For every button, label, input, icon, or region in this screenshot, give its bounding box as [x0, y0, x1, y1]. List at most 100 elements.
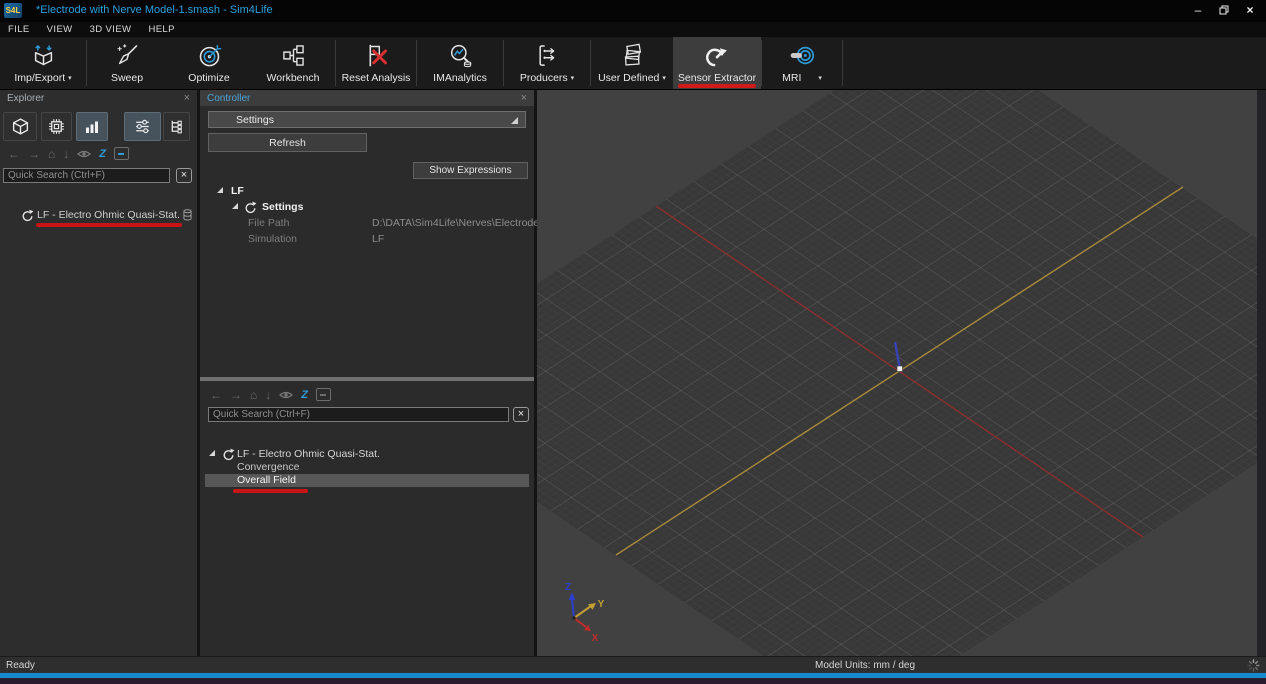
close-icon[interactable]: ×: [184, 92, 190, 104]
close-icon[interactable]: ×: [521, 92, 527, 104]
results-item-label: Overall Field: [237, 474, 296, 486]
down-arrow-icon[interactable]: ↓: [63, 148, 69, 160]
busy-spinner-icon: [1247, 659, 1260, 672]
prop-tree-settings-row[interactable]: Settings: [200, 201, 534, 215]
imanalytics-magnifier-chart-icon: [447, 42, 474, 69]
collapse-triangle-icon: [511, 117, 518, 124]
electrode-line: [895, 342, 900, 369]
explorer-tree-item-lf[interactable]: LF - Electro Ohmic Quasi-Stat.: [0, 208, 197, 223]
explorer-panel: Explorer ×: [0, 90, 200, 656]
ribbon-button-sweep[interactable]: Sweep: [87, 37, 167, 89]
ribbon-button-user-defined[interactable]: User Defined▾: [591, 37, 673, 89]
down-arrow-icon[interactable]: ↓: [265, 389, 271, 401]
explorer-nav-toolbar: ← → ⌂ ↓ Z: [8, 147, 129, 160]
prop-value: LF: [372, 233, 384, 245]
home-icon[interactable]: ⌂: [48, 148, 55, 160]
settings-header-label: Settings: [236, 114, 274, 126]
explorer-search-input[interactable]: [3, 168, 170, 183]
panel-splitter[interactable]: [200, 377, 534, 381]
explorer-title-bar: Explorer ×: [0, 90, 197, 106]
origin-marker: [897, 366, 903, 372]
menu-view[interactable]: VIEW: [47, 24, 73, 35]
tree-view-toggle[interactable]: [163, 112, 190, 141]
main-area: Explorer ×: [0, 90, 1266, 656]
results-item-label: Convergence: [237, 461, 299, 473]
menu-bar: FILE VIEW 3D VIEW HELP: [0, 22, 1266, 37]
clear-search-button[interactable]: ×: [513, 407, 529, 422]
back-icon[interactable]: ←: [210, 389, 222, 401]
model-cube-icon: [11, 117, 30, 136]
results-search-input[interactable]: [208, 407, 509, 422]
annotation-underline: [678, 84, 756, 89]
refresh-button[interactable]: Refresh: [208, 133, 367, 152]
chevron-down-icon: ▾: [68, 74, 72, 82]
ribbon-button-reset-analysis[interactable]: Reset Analysis: [336, 37, 416, 89]
simulation-chip-icon: [47, 117, 66, 136]
sort-z-icon[interactable]: Z: [301, 389, 308, 401]
simulation-view-toggle[interactable]: [41, 112, 72, 141]
menu-file[interactable]: FILE: [8, 24, 30, 35]
forward-icon[interactable]: →: [28, 148, 40, 160]
model-view-toggle[interactable]: [3, 112, 37, 141]
prop-name: File Path: [248, 217, 289, 229]
settings-section-header[interactable]: Settings: [208, 111, 526, 128]
settings-sliders-icon: [133, 117, 152, 136]
eye-icon[interactable]: [77, 149, 91, 159]
ribbon-button-workbench[interactable]: Workbench: [251, 37, 335, 89]
show-expressions-button[interactable]: Show Expressions: [413, 162, 528, 179]
results-root-row[interactable]: LF - Electro Ohmic Quasi-Stat.: [200, 448, 534, 462]
filter-box-icon[interactable]: [114, 147, 129, 160]
settings-view-toggle[interactable]: [124, 112, 161, 141]
forward-icon[interactable]: →: [230, 389, 242, 401]
menu-help[interactable]: HELP: [148, 24, 174, 35]
explorer-title: Explorer: [7, 93, 44, 104]
app-logo: S4L: [4, 3, 22, 18]
results-nav-toolbar: ← → ⌂ ↓ Z: [210, 388, 331, 401]
controller-panel: Controller × Settings Refresh Show Expre…: [200, 90, 537, 656]
clear-search-button[interactable]: ×: [176, 168, 192, 183]
tree-hierarchy-icon: [167, 117, 186, 136]
x-axis-label: X: [592, 633, 599, 644]
close-icon: ×: [518, 408, 524, 420]
prop-row-file-path[interactable]: File Path D:\DATA\Sim4Life\Nerves\Electr…: [200, 217, 534, 231]
eye-icon[interactable]: [279, 390, 293, 400]
annotation-underline: [36, 223, 182, 227]
ribbon-label: Workbench: [267, 72, 320, 84]
show-expressions-label: Show Expressions: [429, 165, 511, 176]
window-title: *Electrode with Nerve Model-1.smash - Si…: [36, 4, 273, 16]
ribbon-button-optimize[interactable]: Optimize: [167, 37, 251, 89]
title-bar: S4L *Electrode with Nerve Model-1.smash …: [0, 0, 1266, 22]
mri-coil-icon: [789, 42, 816, 69]
3d-viewport[interactable]: Z Y X: [537, 90, 1266, 656]
ribbon-button-mri[interactable]: MRI▾: [762, 37, 842, 89]
home-icon[interactable]: ⌂: [250, 389, 257, 401]
back-icon[interactable]: ←: [8, 148, 20, 160]
minimize-button[interactable]: –: [1188, 2, 1208, 19]
prop-row-simulation[interactable]: Simulation LF: [200, 233, 534, 247]
prop-value: D:\DATA\Sim4Life\Nerves\Electrode ...: [372, 217, 551, 229]
restore-button[interactable]: [1214, 2, 1234, 19]
analysis-view-toggle[interactable]: [76, 112, 108, 141]
ribbon-label: Imp/Export: [14, 72, 65, 84]
status-bar: Ready Model Units: mm / deg: [0, 656, 1266, 673]
filter-box-icon[interactable]: [316, 388, 331, 401]
viewport-edge: [1257, 90, 1266, 656]
chevron-down-icon: ▾: [571, 74, 575, 82]
sweep-broom-icon: [114, 42, 141, 69]
producers-pipeline-icon: [534, 42, 561, 69]
results-item-overall-field[interactable]: Overall Field: [205, 474, 529, 487]
expander-icon[interactable]: [209, 450, 215, 456]
sort-z-icon[interactable]: Z: [99, 148, 106, 160]
ribbon-button-sensor-extractor[interactable]: Sensor Extractor: [673, 37, 761, 89]
ribbon-button-imanalytics[interactable]: IMAnalytics: [417, 37, 503, 89]
prop-group-label: Settings: [262, 201, 303, 213]
close-button[interactable]: ×: [1240, 2, 1260, 19]
ribbon-button-producers[interactable]: Producers▾: [504, 37, 590, 89]
results-item-convergence[interactable]: Convergence: [200, 461, 534, 474]
expander-icon[interactable]: [217, 187, 223, 193]
menu-3d-view[interactable]: 3D VIEW: [90, 24, 132, 35]
minimize-icon: –: [1195, 3, 1202, 17]
ribbon-button-imp-export[interactable]: Imp/Export▾: [0, 37, 86, 89]
expander-icon[interactable]: [232, 203, 238, 209]
prop-tree-root-row[interactable]: LF: [200, 185, 534, 199]
